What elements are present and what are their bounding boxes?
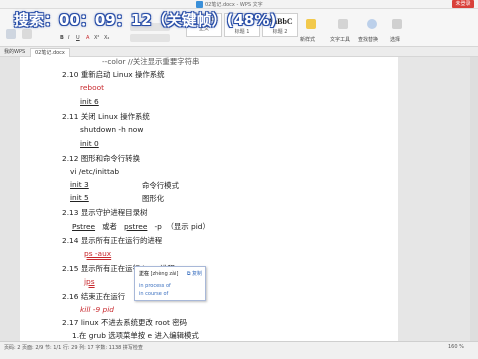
heading-2-12-title: 图形和命令行转换 (80, 154, 140, 163)
dictionary-tooltip[interactable]: 正在 [zhèng zài] ⧉ 复制 in process of in cou… (134, 266, 206, 301)
heading-2-14-number: 2.14 (62, 236, 79, 245)
heading-2-13-number: 2.13 (62, 208, 79, 217)
title-bar: 02笔记.docx - WPS 文字 未登录 (0, 0, 478, 9)
status-info: 页码: 2 页面: 2/9 节: 1/1 行: 29 列: 17 字数: 113… (4, 345, 143, 351)
copy-icon: ⧉ (186, 271, 191, 277)
heading-2-14-title: 显示所有正在运行的进程 (80, 236, 163, 245)
pstree-or: 或者 (102, 222, 117, 231)
wps-logo-icon (196, 1, 203, 8)
heading-2-10-number: 2.10 (62, 70, 79, 79)
status-bar: 页码: 2 页面: 2/9 节: 1/1 行: 29 列: 17 字数: 113… (0, 341, 478, 359)
heading-2-11-title: 关闭 Linux 操作系统 (80, 112, 150, 121)
italic-icon[interactable]: I (68, 35, 69, 41)
window-title: 02笔记.docx - WPS 文字 (205, 2, 263, 8)
tab-my-wps[interactable]: 我的WPS (0, 48, 29, 57)
heading-2-16-number: 2.16 (62, 292, 79, 301)
tab-document[interactable]: 02笔记.docx (30, 48, 70, 57)
cmd-init3: init 3 (70, 180, 89, 189)
select-button[interactable]: 选择 (390, 36, 400, 43)
tooltip-header: 正在 [zhèng zài] (139, 270, 178, 277)
heading-2-11: 2.11 关闭 Linux 操作系统 (62, 111, 150, 122)
pstree-line: Pstree 或者 pstree -p （显示 pid） (72, 221, 210, 232)
document-tabs-row: 我的WPS 02笔记.docx (0, 47, 478, 57)
select-icon[interactable] (392, 19, 402, 29)
cmd-pstree-upper: Pstree (72, 222, 96, 231)
vertical-scrollbar[interactable] (470, 57, 478, 341)
heading-2-16-title: 结束正在运行 (80, 292, 126, 301)
paste-icon[interactable] (6, 29, 16, 39)
cmd-jps: jps (84, 277, 95, 286)
text-tools-icon[interactable] (338, 19, 348, 29)
find-replace-icon[interactable] (367, 19, 377, 29)
video-timer-overlay: 搜索：00：09：12（关键帧）(48%) (14, 11, 277, 29)
heading-2-17-title: linux 不进去系统更改 root 密码 (80, 318, 188, 327)
heading-2-10-title: 重新启动 Linux 操作系统 (80, 70, 165, 79)
left-gutter (0, 57, 20, 341)
cmd-pstree-lower: pstree (123, 222, 148, 231)
grub-step-1: 1.在 grub 选项菜单按 e 进入编辑模式 (72, 331, 199, 340)
cmd-init5: init 5 (70, 193, 89, 202)
tooltip-option-2[interactable]: in course of (139, 291, 168, 297)
find-replace-button[interactable]: 查找替换 (358, 36, 378, 43)
document-page[interactable]: --color //关注显示重要字符串 2.10 重新启动 Linux 操作系统… (20, 57, 398, 341)
login-button[interactable]: 未登录 (452, 0, 474, 8)
heading-2-11-number: 2.11 (62, 112, 79, 121)
right-panel (398, 57, 470, 341)
tooltip-copy-button[interactable]: ⧉ 复制 (187, 270, 202, 277)
cmd-reboot: reboot (80, 83, 105, 92)
alignment-tools-icon[interactable] (130, 34, 170, 42)
heading-2-15-number: 2.15 (62, 264, 79, 273)
heading-2-14: 2.14 显示所有正在运行的进程 (62, 235, 162, 246)
cmd-kill: kill -9 pid (80, 305, 114, 314)
underline-icon[interactable]: U (76, 35, 80, 41)
new-style-icon[interactable] (306, 19, 316, 29)
tooltip-copy-label: 复制 (191, 271, 202, 277)
heading-2-12-number: 2.12 (62, 154, 79, 163)
font-color-icon[interactable]: A (86, 35, 89, 41)
heading-2-17: 2.17 linux 不进去系统更改 root 密码 (62, 317, 187, 328)
init5-description: 图形化 (142, 194, 165, 203)
tooltip-word: 正在 (139, 271, 150, 277)
cmd-init6: init 6 (80, 97, 99, 106)
subscript-icon[interactable]: X₂ (104, 35, 109, 41)
cmd-shutdown: shutdown -h now (80, 125, 144, 134)
superscript-icon[interactable]: X² (94, 35, 99, 41)
cmd-vi-inittab: vi /etc/inittab (70, 167, 120, 176)
tooltip-phonetic: [zhèng zài] (150, 271, 179, 277)
new-style-button[interactable]: 新样式 (300, 36, 315, 43)
heading-2-17-number: 2.17 (62, 318, 79, 327)
heading-2-12: 2.12 图形和命令行转换 (62, 153, 140, 164)
zoom-level[interactable]: 160 % (448, 344, 464, 350)
cmd-init0: init 0 (80, 139, 99, 148)
heading-2-13: 2.13 显示守护进程目录树 (62, 207, 147, 218)
pstree-note: （显示 pid） (166, 222, 210, 231)
init3-description: 命令行模式 (142, 181, 179, 190)
text-tools-button[interactable]: 文字工具 (330, 36, 350, 43)
doc-line-partial: --color //关注显示重要字符串 (102, 57, 200, 66)
heading-2-10: 2.10 重新启动 Linux 操作系统 (62, 69, 165, 80)
format-painter-icon[interactable] (22, 29, 32, 39)
bold-icon[interactable]: B (60, 35, 64, 41)
cmd-ps-aux: ps -aux (84, 249, 112, 258)
tooltip-option-1[interactable]: in process of (139, 283, 171, 289)
heading-2-16: 2.16 结束正在运行 (62, 291, 125, 302)
heading-2-13-title: 显示守护进程目录树 (80, 208, 148, 217)
pstree-flag: -p (154, 222, 162, 231)
